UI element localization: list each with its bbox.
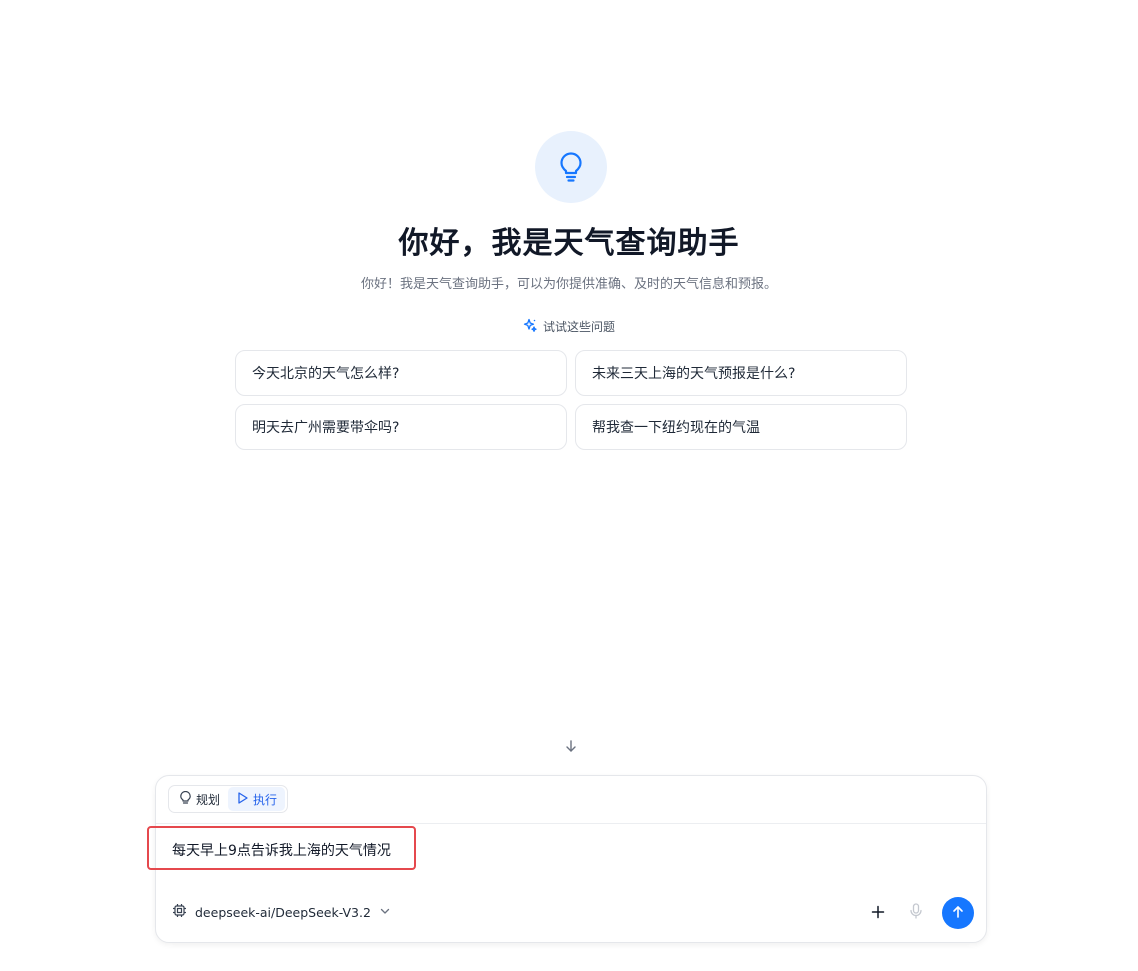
sparkle-icon — [523, 318, 537, 335]
chevron-down-icon — [379, 905, 391, 920]
chat-composer: 规划 执行 每天早上9点告诉我上海的天气情况 deepseek-ai/DeepS… — [155, 775, 987, 943]
composer-divider — [156, 823, 986, 824]
chip-icon — [172, 903, 187, 921]
page: 你好，我是天气查询助手 你好！我是天气查询助手，可以为你提供准确、及时的天气信息… — [0, 0, 1138, 971]
page-title: 你好，我是天气查询助手 — [398, 226, 740, 261]
page-subtitle: 你好！我是天气查询助手，可以为你提供准确、及时的天气信息和预报。 — [360, 277, 777, 292]
suggestion-item[interactable]: 明天去广州需要带伞吗? — [235, 404, 567, 450]
voice-input-button[interactable] — [904, 901, 928, 925]
model-name: deepseek-ai/DeepSeek-V3.2 — [195, 904, 371, 920]
add-attachment-button[interactable] — [866, 901, 890, 925]
play-icon — [236, 791, 249, 808]
scroll-down-arrow-icon[interactable] — [561, 736, 581, 756]
suggestion-item[interactable]: 未来三天上海的天气预报是什么? — [575, 350, 907, 396]
send-button[interactable] — [942, 897, 974, 929]
execute-mode-button[interactable]: 执行 — [228, 787, 286, 811]
arrow-up-icon — [951, 904, 965, 923]
plan-mode-label: 规划 — [196, 792, 221, 807]
model-selector[interactable]: deepseek-ai/DeepSeek-V3.2 — [172, 903, 391, 921]
message-input[interactable]: 每天早上9点告诉我上海的天气情况 — [172, 840, 391, 860]
suggestion-grid: 今天北京的天气怎么样? 未来三天上海的天气预报是什么? 明天去广州需要带伞吗? … — [235, 350, 907, 450]
plan-mode-button[interactable]: 规划 — [171, 787, 228, 811]
suggestions-header: 试试这些问题 — [0, 318, 1138, 335]
suggestions-label: 试试这些问题 — [542, 320, 615, 334]
composer-actions — [866, 897, 974, 929]
suggestion-item[interactable]: 帮我查一下纽约现在的气温 — [575, 404, 907, 450]
mode-switcher: 规划 执行 — [168, 785, 289, 813]
suggestion-item[interactable]: 今天北京的天气怎么样? — [235, 350, 567, 396]
execute-mode-label: 执行 — [253, 792, 278, 807]
lightbulb-icon — [535, 131, 607, 203]
lightbulb-icon — [179, 790, 192, 808]
plus-icon — [871, 904, 885, 923]
microphone-icon — [909, 903, 923, 923]
